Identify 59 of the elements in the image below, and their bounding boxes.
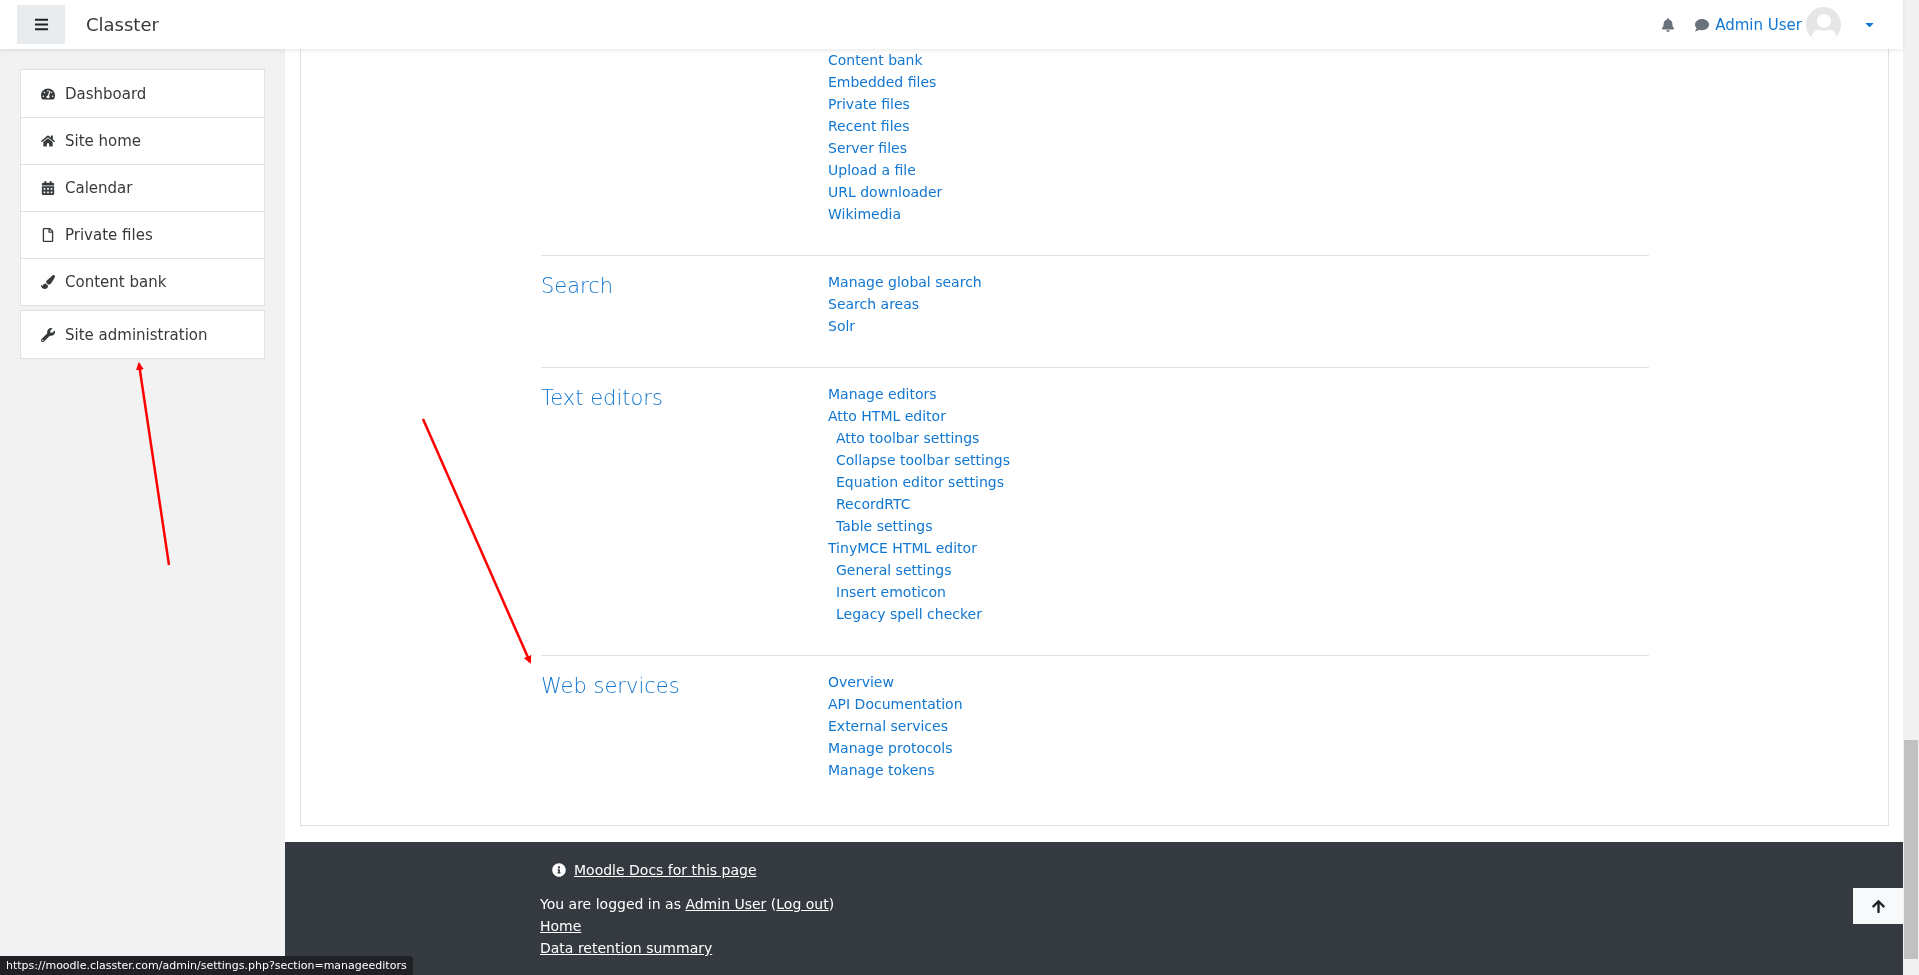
- settings-link[interactable]: Equation editor settings: [828, 471, 1004, 493]
- settings-link[interactable]: Wikimedia: [828, 203, 902, 225]
- status-url: https://moodle.classter.com/admin/settings.php?section=manageeditors: [0, 956, 413, 975]
- settings-link[interactable]: Manage global search: [828, 271, 982, 293]
- settings-link[interactable]: Solr: [828, 315, 856, 337]
- settings-link[interactable]: API Documentation: [828, 693, 963, 715]
- docs-link[interactable]: Moodle Docs for this page: [574, 859, 757, 881]
- settings-link[interactable]: Atto HTML editor: [828, 405, 946, 427]
- section-heading: Search: [541, 273, 615, 300]
- section-heading: Text editors: [541, 385, 664, 412]
- nav-item[interactable]: Dashboard: [21, 70, 264, 117]
- brush-icon: [41, 275, 55, 289]
- scrollbar[interactable]: [1903, 0, 1919, 975]
- dashboard-icon: [41, 86, 55, 101]
- section-heading: Web services: [541, 673, 681, 700]
- menu-button[interactable]: [17, 5, 65, 44]
- settings-link[interactable]: Recent files: [828, 115, 910, 137]
- user-profile-link[interactable]: Admin User: [685, 896, 767, 912]
- settings-link[interactable]: Server files: [828, 137, 907, 159]
- arrow-up-icon: [1870, 898, 1886, 914]
- footer-link[interactable]: Home: [540, 915, 582, 937]
- back-to-top-button[interactable]: [1853, 888, 1903, 924]
- settings-link[interactable]: Content bank: [828, 49, 923, 71]
- user-menu-link[interactable]: Admin User: [1715, 15, 1802, 34]
- settings-link[interactable]: Search areas: [828, 293, 920, 315]
- notification-icon[interactable]: [1661, 17, 1676, 32]
- house-icon: [41, 134, 55, 148]
- settings-link[interactable]: Manage editors: [828, 383, 937, 405]
- settings-link[interactable]: Legacy spell checker: [828, 603, 982, 625]
- nav-item[interactable]: Content bank: [21, 258, 264, 305]
- logout-link[interactable]: Log out: [776, 896, 829, 912]
- settings-link[interactable]: Overview: [828, 671, 894, 693]
- nav-item[interactable]: Private files: [21, 211, 264, 258]
- chat-icon[interactable]: [1695, 17, 1710, 32]
- settings-link[interactable]: Insert emoticon: [828, 581, 946, 603]
- settings-link[interactable]: Atto toolbar settings: [828, 427, 980, 449]
- menu-icon: [33, 17, 49, 32]
- settings-link[interactable]: Table settings: [828, 515, 933, 537]
- nav-item[interactable]: Calendar: [21, 164, 264, 211]
- settings-link[interactable]: Manage tokens: [828, 759, 935, 781]
- settings-link[interactable]: TinyMCE HTML editor: [828, 537, 977, 559]
- site-name: Classter: [86, 14, 159, 35]
- settings-link[interactable]: Manage protocols: [828, 737, 953, 759]
- wrench-icon: [41, 327, 55, 342]
- settings-link[interactable]: Private files: [828, 93, 910, 115]
- settings-link[interactable]: RecordRTC: [828, 493, 911, 515]
- settings-link[interactable]: Embedded files: [828, 71, 937, 93]
- file-icon: [41, 228, 55, 242]
- nav-item[interactable]: Site home: [21, 117, 264, 164]
- settings-link[interactable]: Collapse toolbar settings: [828, 449, 1010, 471]
- calendar-icon: [41, 181, 55, 195]
- info-icon: [552, 863, 566, 877]
- settings-link[interactable]: URL downloader: [828, 181, 943, 203]
- footer-link[interactable]: Data retention summary: [540, 937, 713, 959]
- nav-item[interactable]: Site administration: [21, 311, 264, 358]
- settings-link[interactable]: Upload a file: [828, 159, 916, 181]
- settings-link[interactable]: General settings: [828, 559, 952, 581]
- login-info: You are logged in as Admin User (Log out): [540, 895, 835, 914]
- settings-link[interactable]: External services: [828, 715, 948, 737]
